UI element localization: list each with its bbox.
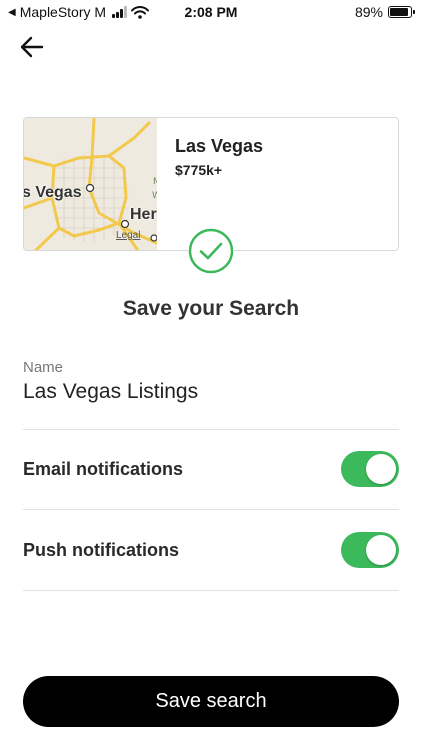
push-notifications-label: Push notifications [23, 539, 180, 560]
save-search-button[interactable]: Save search [23, 676, 399, 727]
back-button[interactable] [18, 34, 46, 60]
map-thumbnail: M W s Vegas Her Legal [24, 118, 157, 250]
card-title: Las Vegas [175, 136, 264, 156]
battery-status: 89% [354, 4, 415, 20]
name-field[interactable]: Las Vegas Listings [23, 380, 198, 404]
arrow-left-icon [20, 36, 44, 58]
divider [23, 509, 399, 510]
email-notifications-toggle[interactable] [341, 451, 399, 487]
push-notifications-row: Push notifications [23, 530, 399, 570]
push-notifications-toggle[interactable] [341, 532, 399, 568]
map-city-label: s Vegas [24, 184, 82, 201]
map-legal-link[interactable]: Legal [116, 230, 140, 241]
divider [23, 429, 399, 430]
email-notifications-row: Email notifications [23, 449, 399, 489]
toggle-knob [366, 535, 396, 565]
status-bar: ◀ MapleStory M 2:08 PM 89% [0, 0, 422, 26]
success-check-icon [188, 228, 234, 274]
divider [23, 590, 399, 591]
map-neighbor-label: Her [130, 206, 157, 223]
battery-icon [388, 6, 415, 18]
battery-fill [390, 8, 408, 16]
battery-percent: 89% [354, 4, 383, 20]
email-notifications-label: Email notifications [23, 458, 184, 479]
svg-text:M: M [153, 177, 157, 187]
toggle-knob [366, 454, 396, 484]
card-price: $775k+ [175, 162, 223, 178]
name-field-label: Name [23, 359, 64, 376]
page-title: Save your Search [122, 297, 300, 320]
svg-text:W: W [152, 191, 157, 201]
